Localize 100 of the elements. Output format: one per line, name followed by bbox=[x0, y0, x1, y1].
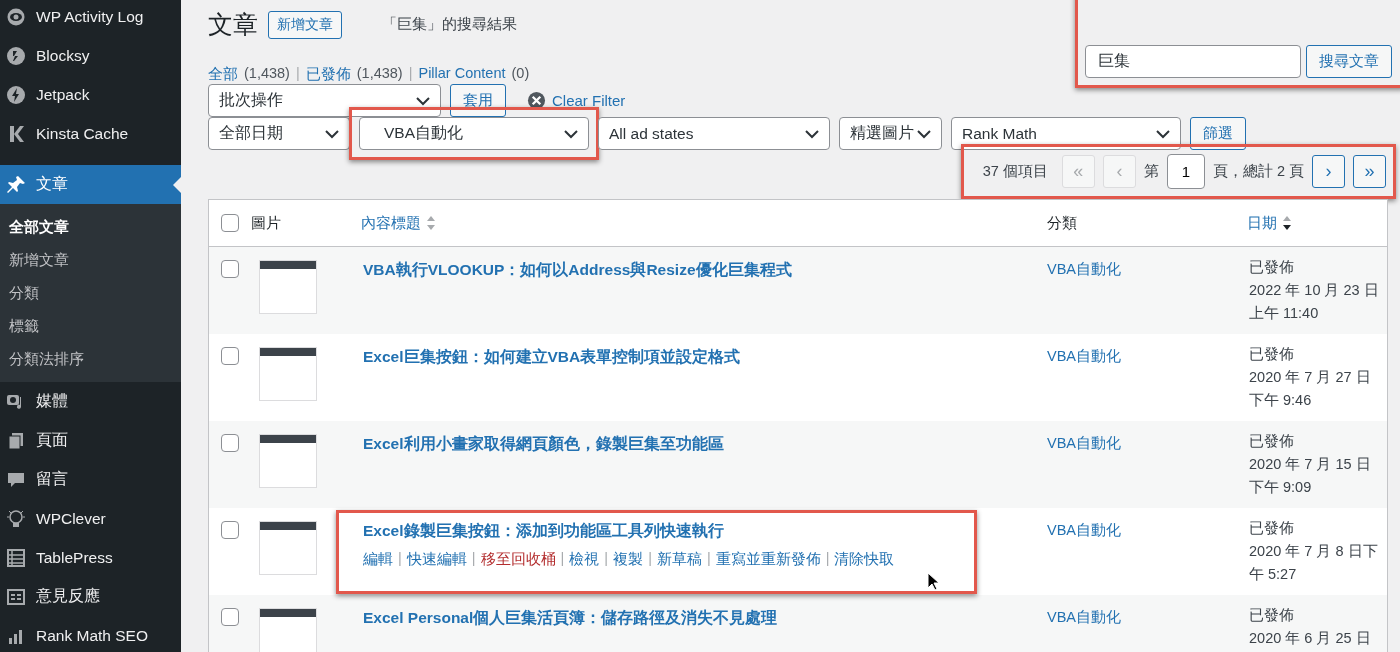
view-link[interactable]: Pillar Content bbox=[418, 65, 506, 84]
pin-icon bbox=[6, 174, 26, 195]
separator: | bbox=[471, 550, 476, 568]
menu-item[interactable]: TablePress bbox=[0, 538, 181, 577]
post-title-link[interactable]: Excel利用小畫家取得網頁顏色，錄製巨集至功能區 bbox=[363, 434, 1037, 455]
publish-date: 下午 9:09 bbox=[1249, 478, 1312, 497]
row-action-link[interactable]: 複製 bbox=[613, 550, 644, 569]
column-header[interactable]: 日期 bbox=[1247, 213, 1277, 233]
menu-item[interactable]: WPClever bbox=[0, 499, 181, 538]
filter-select[interactable]: 精選圖片 bbox=[839, 117, 942, 150]
category-link[interactable]: VBA自動化 bbox=[1037, 260, 1237, 279]
menu-item[interactable]: WP Activity Log bbox=[0, 0, 181, 36]
menu-item[interactable]: 意見反應 bbox=[0, 577, 181, 616]
column-header: 分類 bbox=[1047, 213, 1077, 233]
search-button[interactable]: 搜尋文章 bbox=[1306, 45, 1392, 78]
page-title: 文章 bbox=[208, 9, 258, 40]
thumbnail-image bbox=[259, 260, 317, 314]
separator: | bbox=[648, 550, 652, 568]
separator: | bbox=[825, 550, 830, 568]
menu-item[interactable]: Rank Math SEO bbox=[0, 616, 181, 652]
row-action-link[interactable]: 重寫並重新發佈 bbox=[715, 550, 821, 569]
publish-date: 下午 9:46 bbox=[1249, 391, 1312, 410]
row-action-link[interactable]: 快速編輯 bbox=[406, 550, 467, 569]
item-count: 37 個項目 bbox=[982, 162, 1048, 181]
chevron-icon bbox=[416, 95, 430, 106]
category-link[interactable]: VBA自動化 bbox=[1037, 608, 1237, 627]
menu-item[interactable]: Jetpack bbox=[0, 75, 181, 114]
view-count: (0) bbox=[511, 65, 530, 83]
clear-icon bbox=[527, 91, 546, 110]
publish-date: 2022 年 10 月 23 日 bbox=[1249, 281, 1379, 300]
row-checkbox[interactable] bbox=[221, 521, 239, 539]
row-action-link[interactable]: 檢視 bbox=[569, 550, 600, 569]
post-status: 已發佈 bbox=[1249, 345, 1294, 364]
publish-date: 2020 年 7 月 8 日下 bbox=[1249, 542, 1378, 561]
row-action-link[interactable]: 新草稿 bbox=[656, 550, 702, 569]
page-button[interactable]: » bbox=[1353, 155, 1386, 188]
submenu-item[interactable]: 分類法排序 bbox=[0, 343, 181, 376]
publish-date: 2020 年 7 月 27 日 bbox=[1249, 368, 1371, 387]
submenu-item[interactable]: 標籤 bbox=[0, 310, 181, 343]
post-title-link[interactable]: Excel錄製巨集按鈕：添加到功能區工具列快速執行 bbox=[363, 521, 895, 542]
publish-date: 上午 11:40 bbox=[1249, 304, 1319, 323]
menu-item[interactable]: 媒體 bbox=[0, 382, 181, 421]
bolt-icon bbox=[6, 84, 26, 105]
thumbnail-image bbox=[259, 608, 317, 652]
select-all-checkbox[interactable] bbox=[221, 214, 239, 232]
filter-select[interactable]: VBA自動化 bbox=[359, 117, 589, 150]
filter-select[interactable]: 全部日期 bbox=[208, 117, 350, 150]
filter-select[interactable]: Rank Math bbox=[951, 117, 1181, 150]
separator: | bbox=[604, 550, 609, 568]
clear-filter-link[interactable]: Clear Filter bbox=[552, 92, 626, 109]
menu-item[interactable]: Blocksy bbox=[0, 36, 181, 75]
separator: | bbox=[398, 550, 402, 568]
chevron-icon bbox=[1156, 128, 1170, 139]
lightbulb-icon bbox=[6, 508, 26, 529]
menu-item[interactable]: 文章 bbox=[0, 165, 181, 204]
search-field[interactable]: 巨集 bbox=[1085, 45, 1301, 78]
menu-item[interactable]: 留言 bbox=[0, 460, 181, 499]
filter-button[interactable]: 篩選 bbox=[1190, 117, 1246, 150]
page-button[interactable]: › bbox=[1312, 155, 1345, 188]
view-count: (1,438) bbox=[244, 65, 290, 83]
table-icon bbox=[6, 547, 26, 568]
submenu-item[interactable]: 分類 bbox=[0, 277, 181, 310]
apply-button[interactable]: 套用 bbox=[450, 84, 506, 117]
menu-item[interactable]: Kinsta Cache bbox=[0, 114, 181, 153]
post-title-link[interactable]: Excel Personal個人巨集活頁簿：儲存路徑及消失不見處理 bbox=[363, 608, 1037, 629]
post-status: 已發佈 bbox=[1249, 258, 1294, 277]
row-action-link[interactable]: 清除快取 bbox=[834, 550, 895, 569]
post-title-link[interactable]: VBA執行VLOOKUP：如何以Address與Resize優化巨集程式 bbox=[363, 260, 1037, 281]
menu-item[interactable]: 頁面 bbox=[0, 421, 181, 460]
form-icon bbox=[6, 586, 26, 607]
column-header[interactable]: 內容標題 bbox=[361, 213, 421, 233]
chevron-icon bbox=[917, 128, 931, 139]
page-label: 第 bbox=[1143, 162, 1159, 181]
row-checkbox[interactable] bbox=[221, 434, 239, 452]
view-count: (1,438) bbox=[356, 65, 403, 83]
category-link[interactable]: VBA自動化 bbox=[1037, 521, 1237, 540]
row-checkbox[interactable] bbox=[221, 608, 239, 626]
post-title-link[interactable]: Excel巨集按鈕：如何建立VBA表單控制項並設定格式 bbox=[363, 347, 1037, 368]
mouse-pointer-icon bbox=[927, 572, 941, 592]
category-link[interactable]: VBA自動化 bbox=[1037, 347, 1237, 366]
page-total: 頁，總計 2 頁 bbox=[1212, 162, 1304, 181]
view-link[interactable]: 已發佈 bbox=[305, 65, 351, 84]
add-new-button[interactable]: 新增文章 bbox=[268, 10, 342, 39]
category-link[interactable]: VBA自動化 bbox=[1037, 434, 1237, 453]
row-action-link[interactable]: 編輯 bbox=[363, 550, 393, 569]
post-status: 已發佈 bbox=[1249, 432, 1294, 451]
bulk-actions-select[interactable]: 批次操作 bbox=[208, 84, 441, 117]
row-checkbox[interactable] bbox=[221, 260, 239, 278]
page-field[interactable]: 1 bbox=[1166, 154, 1205, 189]
submenu-item[interactable]: 全部文章 bbox=[0, 211, 181, 244]
chevron-icon bbox=[564, 128, 578, 139]
row-action-link[interactable]: 移至回收桶 bbox=[480, 550, 556, 569]
row-checkbox[interactable] bbox=[221, 347, 239, 365]
view-link[interactable]: 全部 bbox=[208, 65, 238, 84]
submenu-item[interactable]: 新增文章 bbox=[0, 244, 181, 277]
filter-select[interactable]: All ad states bbox=[598, 117, 830, 150]
post-status: 已發佈 bbox=[1249, 606, 1294, 625]
eye-icon bbox=[6, 6, 26, 27]
thumbnail-image bbox=[259, 347, 317, 401]
separator: | bbox=[408, 65, 413, 83]
